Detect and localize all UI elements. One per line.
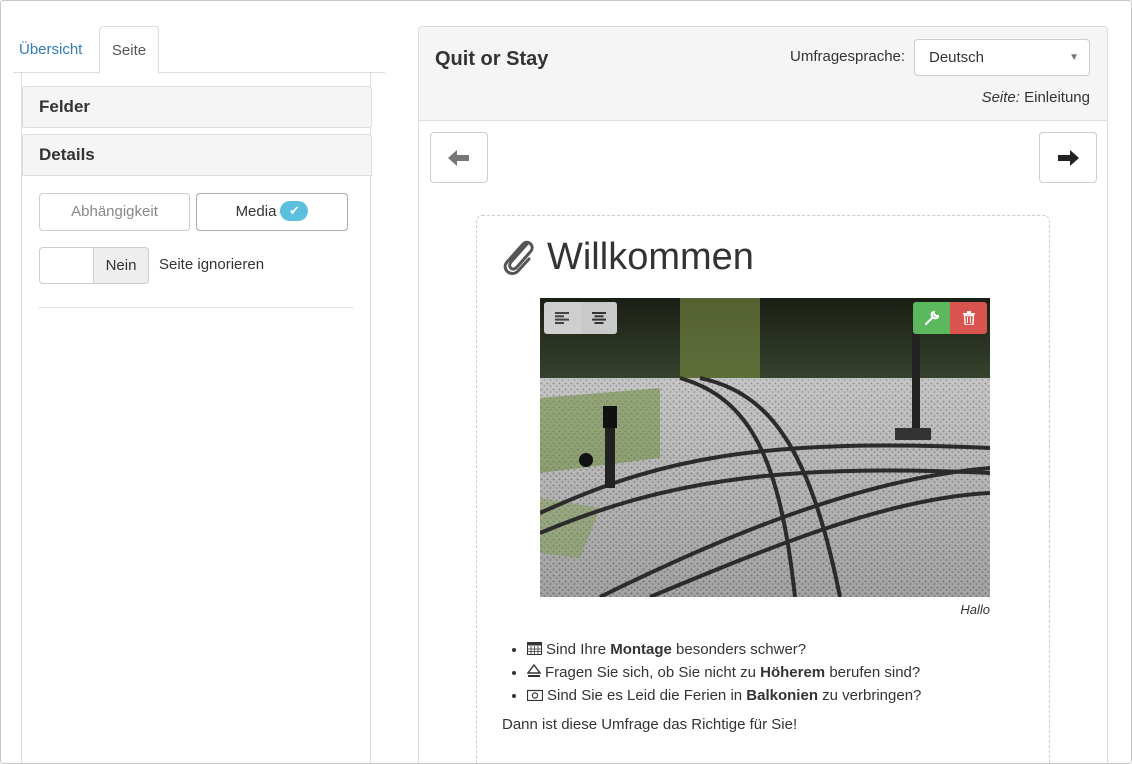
language-value: Deutsch [929,49,985,66]
railway-image[interactable] [540,298,990,597]
language-select[interactable]: Deutsch ▼ [914,39,1090,76]
page-info-value: Einleitung [1024,89,1090,106]
page-content: Willkommen Hallo • Sind Ihre Montage bes… [476,215,1050,763]
delete-image-button[interactable] [950,302,987,334]
media-button[interactable]: Media ✔ [196,193,348,231]
page-info: Seite: Einleitung [982,89,1090,106]
image-align-toolbar [544,302,617,334]
align-center-button[interactable] [581,302,617,334]
panel-header: Quit or Stay Umfragesprache: Deutsch ▼ S… [419,27,1107,121]
railway-photo [540,298,990,597]
preview-panel: Quit or Stay Umfragesprache: Deutsch ▼ S… [418,26,1108,763]
language-label: Umfragesprache: [790,48,906,65]
arrow-left-icon [448,149,469,166]
list-item: Sind Ihre Montage besonders schwer? [527,639,1027,662]
sidebar-panel: Felder Details Abhängigkeit Media ✔ Nein … [21,73,372,763]
next-page-button[interactable] [1039,132,1097,183]
calendar-icon [527,640,542,662]
arrow-right-icon [1058,149,1079,166]
outro-text: Dann ist diese Umfrage das Richtige für … [502,716,798,733]
check-icon: ✔ [280,200,309,221]
align-center-icon [592,312,606,324]
sidebar-tabs: Übersicht Seite [13,26,385,74]
bullet-list: Sind Ihre Montage besonders schwer? Frag… [526,639,1027,708]
tab-overview[interactable]: Übersicht [13,26,88,73]
eject-icon [526,663,542,685]
wrench-icon [924,311,939,325]
caret-down-icon: ▼ [1069,52,1079,63]
section-details-header[interactable]: Details [22,134,372,176]
align-left-button[interactable] [544,302,580,334]
page-info-label: Seite: [981,89,1020,106]
tab-page[interactable]: Seite [99,26,159,74]
edit-image-button[interactable] [913,302,950,334]
align-left-icon [555,312,569,324]
divider [38,307,354,308]
paperclip-icon [503,240,534,276]
media-button-label: Media [235,203,277,220]
ignore-page-label: Seite ignorieren [159,256,265,273]
previous-page-button[interactable] [430,132,488,183]
trash-icon [962,311,975,325]
list-item: Sind Sie es Leid die Ferien in Balkonien… [526,685,1027,708]
dependency-button[interactable]: Abhängigkeit [39,193,190,231]
money-icon [526,686,544,708]
survey-title: Quit or Stay [435,48,549,70]
toggle-value: Nein [93,248,148,283]
app-window: Übersicht Seite Felder Details Abhängigk… [0,0,1132,764]
list-item: Fragen Sie sich, ob Sie nicht zu Höherem… [526,662,1027,685]
image-caption: Hallo [960,602,990,617]
section-felder-header[interactable]: Felder [22,86,372,128]
ignore-page-toggle[interactable]: Nein [39,247,149,284]
page-heading: Willkommen [547,236,754,278]
